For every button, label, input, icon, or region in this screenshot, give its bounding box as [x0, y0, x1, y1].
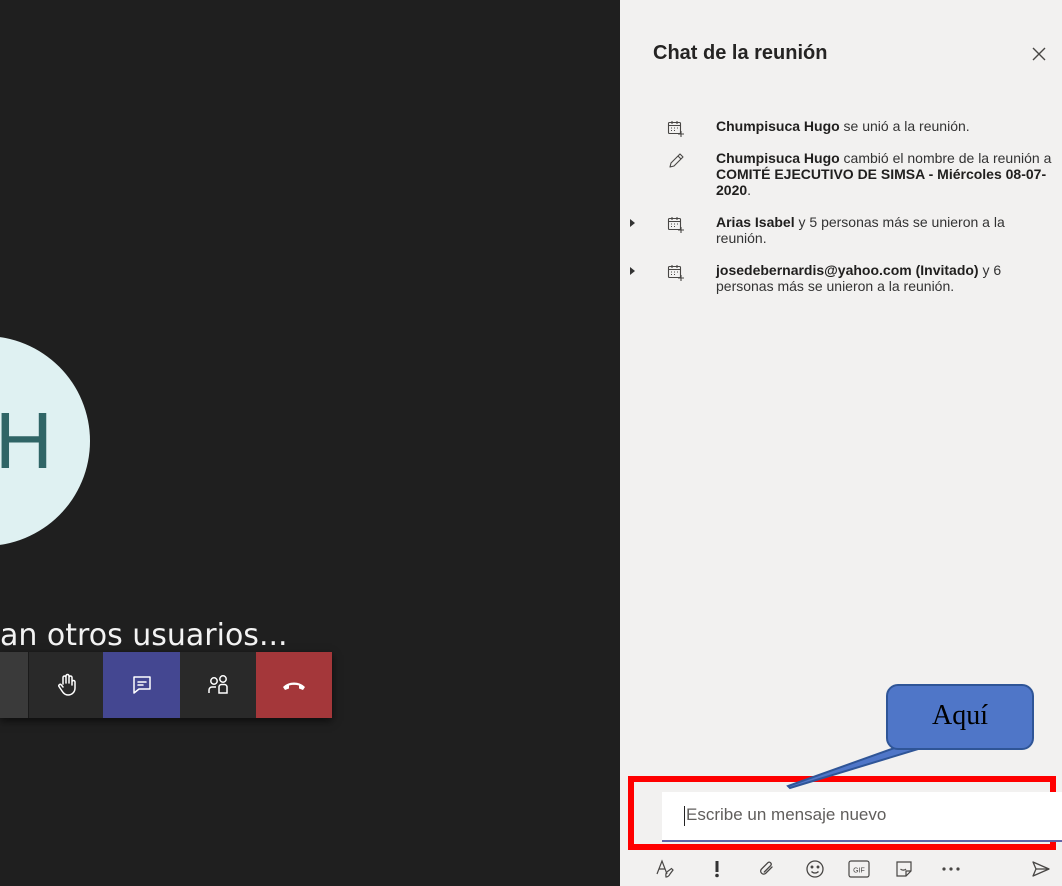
- important-icon[interactable]: [706, 858, 728, 880]
- message-input[interactable]: [684, 792, 1048, 838]
- chat-event: Arias Isabel y 5 personas más se unieron…: [620, 214, 1062, 246]
- chat-event-list: Chumpisuca Hugo se unió a la reunión. Ch…: [620, 118, 1062, 310]
- raise-hand-button[interactable]: [28, 652, 105, 718]
- text-cursor: [684, 806, 685, 826]
- pencil-icon: [669, 153, 684, 168]
- calendar-join-icon: [667, 121, 684, 137]
- chat-event: Chumpisuca Hugo se unió a la reunión.: [620, 118, 1062, 137]
- expand-caret-icon[interactable]: [630, 267, 635, 275]
- close-chat-button[interactable]: [1027, 42, 1051, 66]
- chat-event: Chumpisuca Hugo cambió el nombre de la r…: [620, 150, 1062, 198]
- toolbar-more-stub[interactable]: [0, 652, 29, 718]
- expand-caret-icon[interactable]: [630, 219, 635, 227]
- event-actor: josedebernardis@yahoo.com (Invitado): [716, 262, 979, 278]
- calendar-join-icon: [667, 265, 684, 281]
- compose-toolbar: GIF: [620, 852, 1062, 886]
- compose-box[interactable]: [662, 792, 1062, 842]
- event-actor: Chumpisuca Hugo: [716, 150, 840, 166]
- svg-text:GIF: GIF: [853, 868, 865, 875]
- people-icon: [207, 675, 228, 694]
- panel-title: Chat de la reunión: [653, 42, 828, 64]
- participants-button[interactable]: [180, 652, 257, 718]
- gif-icon[interactable]: GIF: [848, 858, 870, 880]
- meeting-toolbar: [0, 652, 332, 718]
- format-icon[interactable]: [654, 858, 676, 880]
- hang-up-button[interactable]: [256, 652, 332, 718]
- chat-event: josedebernardis@yahoo.com (Invitado) y 6…: [620, 262, 1062, 294]
- event-text: cambió el nombre de la reunión a: [839, 150, 1052, 166]
- callout-text: Aquí: [932, 700, 988, 731]
- send-icon[interactable]: [1030, 858, 1052, 880]
- meeting-new-name: COMITÉ EJECUTIVO DE SIMSA - Miércoles 08…: [716, 166, 1047, 198]
- phone-hangup-icon: [283, 682, 305, 690]
- attach-icon[interactable]: [756, 858, 778, 880]
- meeting-chat-panel: Chat de la reunión Chumpisuca Hugo se un…: [620, 0, 1062, 886]
- hand-icon: [57, 673, 76, 696]
- highlight-box: [628, 776, 1062, 850]
- avatar-initial: H: [0, 396, 53, 485]
- video-stage: H an otros usuarios...: [0, 0, 620, 886]
- event-actor: Arias Isabel: [716, 214, 795, 230]
- event-text: se unió a la reunión.: [839, 118, 970, 134]
- sticker-icon[interactable]: [893, 858, 915, 880]
- annotation-callout: Aquí: [886, 684, 1034, 750]
- emoji-icon[interactable]: [804, 858, 826, 880]
- show-chat-button[interactable]: [103, 652, 180, 718]
- chat-icon: [132, 676, 151, 694]
- event-text-end: .: [747, 182, 752, 198]
- close-icon: [1032, 47, 1046, 61]
- waiting-message: an otros usuarios...: [0, 618, 288, 653]
- more-icon[interactable]: [940, 858, 962, 880]
- event-actor: Chumpisuca Hugo: [716, 118, 840, 134]
- calendar-join-icon: [667, 217, 684, 233]
